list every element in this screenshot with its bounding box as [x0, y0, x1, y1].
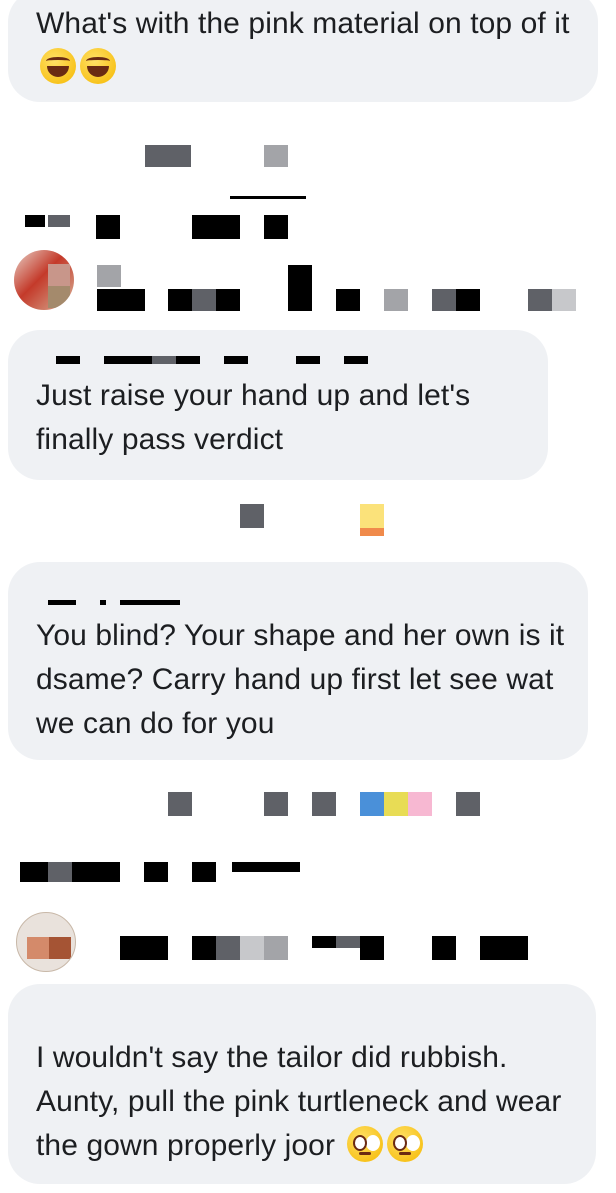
comment-bubble: What's with the pink material on top of … [8, 0, 598, 102]
comment-text: What's with the pink material on top of … [36, 2, 578, 90]
avatar[interactable] [16, 912, 76, 972]
comment-bubble: I wouldn't say the tailor did rubbish. A… [8, 984, 596, 1184]
comment-bubble: Just raise your hand up and let's finall… [8, 330, 548, 480]
rolling-on-floor-laughing-icon [40, 48, 76, 84]
avatar[interactable] [14, 250, 74, 310]
comment-bubble: You blind? Your shape and her own is it … [8, 562, 588, 760]
face-with-rolling-eyes-icon [387, 1126, 424, 1162]
rolling-on-floor-laughing-icon [80, 48, 116, 84]
comment-text: You blind? Your shape and her own is it … [36, 619, 565, 740]
comment-text: I wouldn't say the tailor did rubbish. A… [36, 1041, 562, 1162]
comment-text: Just raise your hand up and let's finall… [36, 379, 471, 456]
face-with-rolling-eyes-icon [347, 1126, 384, 1162]
